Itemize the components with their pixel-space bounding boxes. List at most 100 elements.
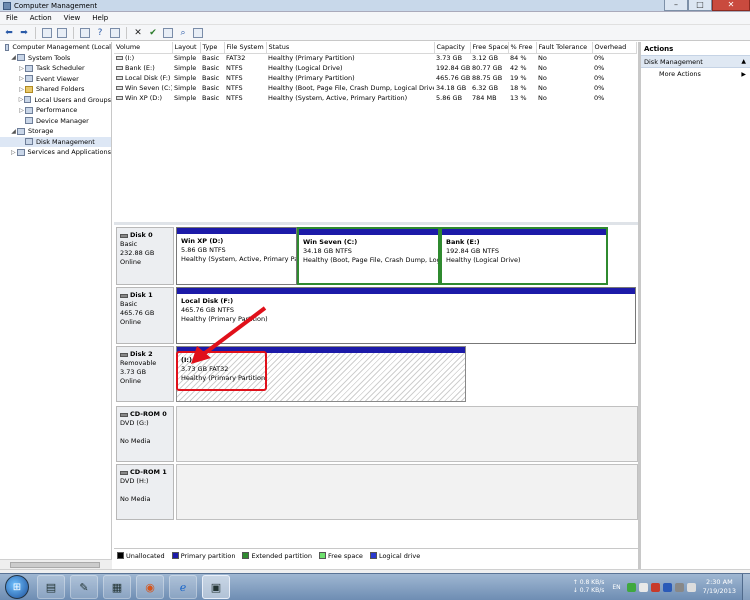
column-header[interactable]: Volume: [114, 42, 173, 54]
clock[interactable]: 2:30 AM 7/19/2013: [703, 578, 736, 596]
disk-type: DVD (G:): [120, 419, 149, 427]
menu-view[interactable]: View: [58, 14, 87, 22]
disk-status: Online: [120, 377, 141, 385]
properties-icon[interactable]: [80, 27, 90, 38]
table-cell: Healthy (Boot, Page File, Crash Dump, Lo…: [268, 84, 434, 92]
disk-header[interactable]: Disk 2 Removable 3.73 GB Online: [116, 346, 174, 402]
show-desktop-button[interactable]: [742, 573, 750, 600]
legend-label: Logical drive: [378, 551, 421, 560]
tree-node[interactable]: Computer Management (Local: [0, 42, 111, 53]
checkmark-icon[interactable]: ✔: [147, 27, 159, 39]
menu-help[interactable]: Help: [86, 14, 114, 22]
disk-header[interactable]: CD-ROM 0 DVD (G:) No Media: [116, 406, 174, 462]
table-cell: No: [538, 84, 547, 92]
column-header[interactable]: % Free: [508, 42, 537, 54]
start-button[interactable]: ⊞: [5, 575, 29, 599]
show-hide-tree-icon[interactable]: [57, 27, 67, 38]
tree-node[interactable]: ▷ Task Scheduler: [0, 63, 111, 74]
forward-arrow-icon[interactable]: ➡: [18, 27, 30, 39]
firefox-icon[interactable]: ◉: [136, 575, 164, 599]
table-row[interactable]: Win XP (D:) Simple Basic NTFS Healthy (Syste…: [114, 93, 636, 103]
column-header[interactable]: Overhead: [592, 42, 637, 54]
tree-expander-icon[interactable]: ▷: [10, 149, 17, 156]
tree-node[interactable]: ◢ Storage: [0, 126, 111, 137]
notepad-icon[interactable]: ✎: [70, 575, 98, 599]
close-button[interactable]: ✕: [712, 0, 750, 11]
tree-node[interactable]: ▷ Services and Applications: [0, 147, 111, 158]
file-explorer-icon[interactable]: ▤: [37, 575, 65, 599]
disk-header[interactable]: Disk 0 Basic 232.88 GB Online: [116, 227, 174, 285]
partition-size: 192.84 GB NTFS: [446, 247, 499, 255]
folder-icon[interactable]: [163, 27, 173, 38]
menu-file[interactable]: File: [0, 14, 24, 22]
tree-expander-icon[interactable]: ▷: [18, 86, 25, 93]
help-icon[interactable]: ?: [94, 27, 106, 39]
red-arrow-annotation: [191, 306, 267, 364]
table-cell: 18 %: [510, 84, 527, 92]
actions-section-disk-management[interactable]: Disk Management ▲: [641, 55, 750, 68]
disk-header[interactable]: Disk 1 Basic 465.76 GB Online: [116, 287, 174, 344]
tree-expander-icon[interactable]: ▷: [18, 107, 25, 114]
tree-node[interactable]: Device Manager: [0, 116, 111, 127]
minimize-button[interactable]: –: [664, 0, 688, 11]
table-cell: Healthy (Primary Partition): [268, 54, 355, 63]
scrollbar-thumb[interactable]: [10, 562, 100, 568]
column-header[interactable]: Type: [200, 42, 225, 54]
more-actions-label: More Actions: [659, 70, 701, 78]
tree-horizontal-scrollbar[interactable]: [0, 559, 112, 569]
column-header[interactable]: Status: [266, 42, 435, 54]
partition-block[interactable]: Win Seven (C:) 34.18 GB NTFS Healthy (Boot…: [297, 227, 440, 285]
tray-volume-icon[interactable]: [686, 582, 696, 592]
tray-green-icon[interactable]: [626, 582, 636, 592]
column-header[interactable]: File System: [224, 42, 267, 54]
collapse-arrow-icon[interactable]: ▲: [741, 58, 746, 65]
table-cell: Local Disk (F:): [114, 73, 172, 83]
table-cell: Basic: [202, 84, 220, 92]
tray-red-icon[interactable]: [650, 582, 660, 592]
tree-node[interactable]: ▷ Performance: [0, 105, 111, 116]
tree-expander-icon[interactable]: ◢: [10, 128, 17, 135]
menu-action[interactable]: Action: [24, 14, 58, 22]
table-cell: 5.86 GB: [436, 94, 463, 102]
internet-explorer-icon[interactable]: ℯ: [169, 575, 197, 599]
tree-expander-icon[interactable]: ◢: [10, 54, 17, 61]
partition-info: Bank (E:) 192.84 GB NTFS Healthy (Logical …: [442, 235, 606, 268]
table-row[interactable]: (I:) Simple Basic FAT32 Healthy (Primary Par…: [114, 53, 636, 63]
toolbar-separator: [35, 26, 36, 39]
more-actions-item[interactable]: More Actions ▶: [641, 68, 750, 80]
tray-flag-icon[interactable]: [638, 582, 648, 592]
tray-blue-icon[interactable]: [662, 582, 672, 592]
partition-block[interactable]: Bank (E:) 192.84 GB NTFS Healthy (Logical …: [440, 227, 608, 285]
table-row[interactable]: Local Disk (F:) Simple Basic NTFS Healthy (P…: [114, 73, 636, 83]
column-header[interactable]: Capacity: [434, 42, 471, 54]
delete-icon[interactable]: ✕: [132, 27, 144, 39]
tree-node[interactable]: ▷ Local Users and Groups: [0, 95, 111, 106]
table-row[interactable]: Win Seven (C:) Simple Basic NTFS Healthy (Bo…: [114, 83, 636, 93]
search-icon[interactable]: ⌕: [177, 27, 189, 39]
computer-management-icon[interactable]: ▣: [202, 575, 230, 599]
table-cell: 34.18 GB: [436, 84, 467, 92]
tray-network-icon[interactable]: [674, 582, 684, 592]
tree-node[interactable]: ▷ Shared Folders: [0, 84, 111, 95]
partition-block[interactable]: Win XP (D:) 5.86 GB NTFS Healthy (System, …: [176, 227, 297, 285]
partition-info: Win XP (D:) 5.86 GB NTFS Healthy (System, …: [177, 234, 296, 267]
drive-icon: [116, 56, 123, 61]
column-header[interactable]: Layout: [172, 42, 201, 54]
back-arrow-icon[interactable]: ⬅: [3, 27, 15, 39]
column-header[interactable]: Fault Tolerance: [536, 42, 593, 54]
tree-node[interactable]: ▷ Event Viewer: [0, 74, 111, 85]
tree-node[interactable]: ◢ System Tools: [0, 53, 111, 64]
tree-node[interactable]: Disk Management: [0, 136, 111, 147]
grid-icon[interactable]: [110, 27, 120, 38]
language-indicator[interactable]: EN: [612, 584, 620, 591]
up-folder-icon[interactable]: [42, 27, 52, 38]
tree-expander-icon[interactable]: ▷: [18, 75, 25, 82]
tree-expander-icon[interactable]: ▷: [18, 65, 25, 72]
table-row[interactable]: Bank (E:) Simple Basic NTFS Healthy (Logical…: [114, 63, 636, 73]
disk-header[interactable]: CD-ROM 1 DVD (H:) No Media: [116, 464, 174, 520]
calculator-icon[interactable]: ▦: [103, 575, 131, 599]
disk-status: Online: [120, 318, 141, 326]
column-header[interactable]: Free Space: [470, 42, 509, 54]
pane-icon[interactable]: [193, 27, 203, 38]
maximize-button[interactable]: □: [688, 0, 712, 11]
